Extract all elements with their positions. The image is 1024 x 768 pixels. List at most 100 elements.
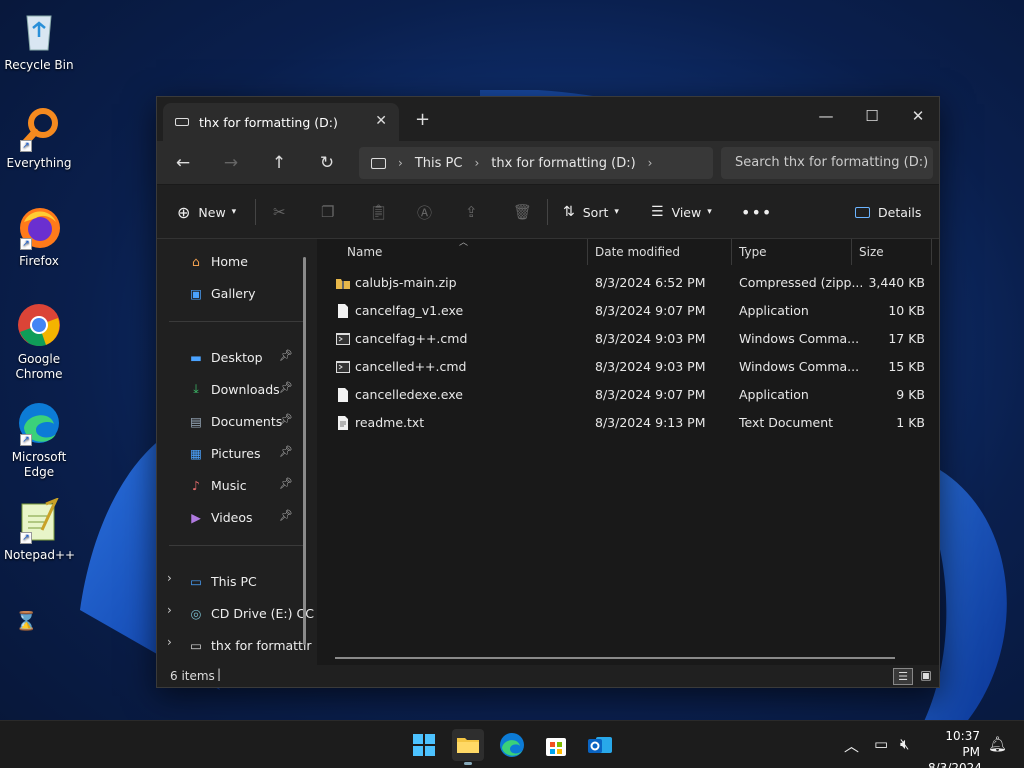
file-size: 15 KB [888,359,925,374]
address-bar[interactable]: › This PC › thx for formatting (D:) › [359,147,713,179]
file-row[interactable]: calubjs-main.zip 8/3/2024 6:52 PM Compre… [317,269,939,297]
music-folder-icon: ♪ [192,477,200,493]
chevron-right-icon[interactable]: › [167,635,172,649]
clock-time: 10:37 PM [945,729,980,759]
file-date: 8/3/2024 9:07 PM [595,303,706,318]
nav-home[interactable]: ⌂ Home [187,249,248,273]
nav-downloads[interactable]: ⤓ Downloads [187,377,280,401]
sort-button[interactable]: ⇅ Sort ▾ [563,199,619,225]
share-button[interactable]: ⇪ [465,199,478,225]
network-icon[interactable]: ▭ [874,735,888,753]
file-explorer-icon[interactable] [452,729,484,765]
nav-label: Downloads [211,381,280,397]
nav-music[interactable]: ♪ Music [187,473,247,497]
copy-button[interactable]: ❐ [321,199,334,225]
nav-this-pc[interactable]: ▭ This PC [187,569,257,593]
file-size: 17 KB [888,331,925,346]
outlook-icon[interactable] [584,729,616,761]
clock[interactable]: 10:37 PM 8/3/2024 [928,728,982,768]
pin-icon: 📌︎ [279,413,293,426]
file-date: 8/3/2024 9:03 PM [595,359,706,374]
shortcut-arrow-icon: ↗ [20,434,32,446]
trash-icon: 🗑︎ [513,203,533,221]
minimize-button[interactable]: — [803,101,849,131]
item-count: 6 items [170,669,215,683]
cut-button[interactable]: ✂ [273,199,286,225]
notification-bell-icon[interactable]: 🔔︎ [988,735,1007,753]
tiles-view-toggle[interactable]: ▣ [917,668,935,685]
desktop-icon-chrome[interactable]: Google Chrome [4,302,74,382]
notepad-plus-plus-icon: ↗ [16,497,62,544]
paste-button[interactable]: 📋︎ [369,199,388,225]
close-tab-icon[interactable]: ✕ [375,113,387,129]
tab-drive-d[interactable]: thx for formatting (D:) ✕ [163,103,399,141]
back-button[interactable]: ← [169,149,197,177]
desktop-icon-firefox[interactable]: ↗ Firefox [4,204,74,269]
column-header-name[interactable]: Name [347,239,382,265]
view-button[interactable]: ☰ View ▾ [651,199,712,225]
nav-documents[interactable]: ▤ Documents [187,409,282,433]
forward-button[interactable]: → [217,149,245,177]
nav-gallery[interactable]: ▣ Gallery [187,281,256,305]
nav-label: Home [211,253,248,269]
chevron-right-icon: › [398,156,403,170]
shortcut-arrow-icon: ↗ [20,532,32,544]
file-type: Text Document [739,415,834,430]
chevron-right-icon[interactable]: › [167,603,172,617]
file-row[interactable]: cancelfag_v1.exe 8/3/2024 9:07 PM Applic… [317,297,939,325]
nav-videos[interactable]: ▶ Videos [187,505,252,529]
status-bar: 6 items | ☰ ▣ [157,665,939,687]
column-header-size[interactable]: Size [859,239,884,265]
shortcut-arrow-icon: ↗ [20,238,32,250]
cmd-file-icon [336,333,350,345]
maximize-button[interactable]: ☐ [849,101,895,131]
desktop-icon-recycle-bin[interactable]: Recycle Bin [4,8,74,73]
desktop-icon-edge[interactable]: ↗ Microsoft Edge [4,400,74,480]
clipboard-icon: 📋︎ [369,203,389,221]
rename-button[interactable]: Ⓐ [417,199,432,225]
file-row[interactable]: cancelledexe.exe 8/3/2024 9:07 PM Applic… [317,381,939,409]
edge-icon[interactable] [496,729,528,761]
new-button[interactable]: ⊕ New ▾ [177,199,236,225]
nav-label: Documents [211,413,283,429]
start-icon[interactable] [408,729,440,761]
nav-pictures[interactable]: ▦ Pictures [187,441,260,465]
details-view-toggle[interactable]: ☰ [893,668,913,685]
chevron-up-icon[interactable]: ︿ [844,735,859,756]
chevron-down-icon: ▾ [231,207,237,217]
column-header-type[interactable]: Type [739,239,767,265]
chevron-right-icon[interactable]: › [167,571,172,585]
file-row[interactable]: cancelled++.cmd 8/3/2024 9:03 PM Windows… [317,353,939,381]
refresh-button[interactable]: ↻ [313,149,341,177]
up-button[interactable]: ↑ [265,149,293,177]
zip-folder-icon [336,279,350,289]
search-input[interactable]: Search thx for formatting (D:) [721,147,933,179]
file-name: cancelled++.cmd [355,359,467,374]
breadcrumb-drive-d[interactable]: thx for formatting (D:) [491,156,635,171]
file-size: 1 KB [896,415,925,430]
nav-label: Gallery [211,285,256,301]
volume-muted-icon[interactable]: 🔇︎ [900,735,909,753]
column-header-date[interactable]: Date modified [595,239,680,265]
nav-cd-drive[interactable]: ◎ CD Drive (E:) CC [187,601,314,625]
close-window-button[interactable]: ✕ [895,101,941,131]
file-type: Application [739,303,809,318]
exe-file-icon [338,304,348,318]
horizontal-scrollbar[interactable] [335,657,895,659]
nav-drive-d[interactable]: ▭ thx for formattir [187,633,311,657]
desktop-icon-notepadpp[interactable]: ↗ Notepad++ [4,497,75,563]
tab-title: thx for formatting (D:) [199,114,338,130]
details-pane-button[interactable]: Details [855,199,921,225]
new-tab-button[interactable]: + [415,109,430,130]
delete-button[interactable]: 🗑︎ [513,199,532,225]
file-row[interactable]: readme.txt 8/3/2024 9:13 PM Text Documen… [317,409,939,437]
file-explorer-window: thx for formatting (D:) ✕ + — ☐ ✕ ← → ↑ … [156,96,940,688]
nav-scrollbar[interactable] [303,257,306,645]
store-icon[interactable] [540,729,572,761]
desktop-icon-label: Microsoft Edge [11,450,67,479]
desktop-icon-everything[interactable]: ↗ Everything [4,106,74,171]
breadcrumb-this-pc[interactable]: This PC [415,156,463,171]
file-row[interactable]: cancelfag++.cmd 8/3/2024 9:03 PM Windows… [317,325,939,353]
more-options-icon[interactable]: ••• [741,199,772,225]
nav-desktop[interactable]: ▬ Desktop [187,345,262,369]
